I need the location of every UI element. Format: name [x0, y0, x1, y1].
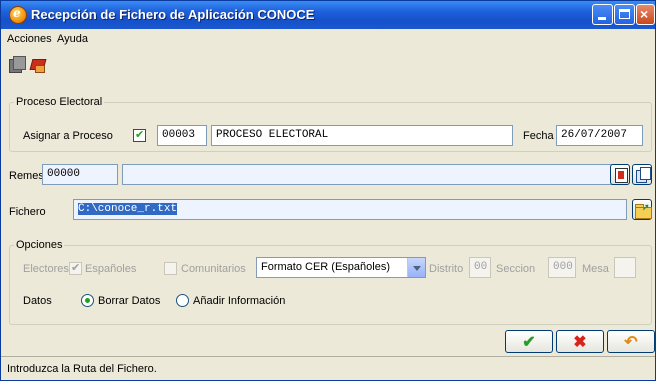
fichero-value: C:\conoce_r.txt [78, 203, 178, 215]
distrito-label: Distrito [429, 263, 464, 275]
comunitarios-label: Comunitarios [181, 263, 246, 275]
proceso-electoral-legend: Proceso Electoral [16, 96, 103, 108]
export-icon[interactable] [29, 56, 47, 73]
menu-ayuda[interactable]: Ayuda [57, 33, 88, 45]
distrito-field[interactable]: 00 [469, 257, 491, 278]
app-icon-letter: e [13, 6, 21, 20]
close-icon: × [640, 6, 649, 22]
menu-bar: Acciones Ayuda [1, 29, 655, 49]
menu-acciones[interactable]: Acciones [7, 33, 52, 45]
datos-label: Datos [23, 295, 52, 307]
app-icon: e [9, 6, 27, 24]
fecha-field[interactable]: 26/07/2007 [556, 125, 643, 146]
status-bar: Introduzca la Ruta del Fichero. [1, 356, 655, 380]
close-button[interactable]: × [636, 4, 655, 25]
mesa-field[interactable] [614, 257, 636, 278]
menu-acciones-label: Acciones [7, 33, 52, 45]
comunitarios-checkbox[interactable] [164, 262, 177, 275]
opciones-group: Opciones [9, 239, 652, 325]
formato-selected: Formato CER (Españoles) [261, 261, 390, 273]
maximize-button[interactable] [614, 4, 635, 25]
fichero-field[interactable]: C:\conoce_r.txt [73, 199, 627, 220]
proceso-code-field[interactable]: 00003 [157, 125, 207, 146]
status-text: Introduzca la Ruta del Fichero. [7, 363, 157, 375]
cancel-button[interactable]: ✖ [556, 330, 604, 353]
remesa-copy-button[interactable] [632, 164, 652, 185]
minimize-button[interactable] [592, 4, 613, 25]
copy-icon[interactable] [9, 56, 26, 73]
maximize-icon [619, 9, 630, 19]
borrar-datos-radio[interactable] [81, 294, 94, 307]
asignar-checkbox[interactable] [133, 128, 146, 142]
anadir-informacion-label: Añadir Información [193, 295, 286, 307]
check-icon: ✔ [522, 334, 536, 351]
mesa-label: Mesa [582, 263, 609, 275]
undo-button[interactable]: ↶ [607, 330, 655, 353]
seccion-field[interactable]: 000 [548, 257, 576, 278]
anadir-informacion-radio[interactable] [176, 294, 189, 307]
espanoles-checkbox[interactable] [69, 261, 82, 275]
electores-label: Electores [23, 263, 69, 275]
document-red-icon [615, 168, 628, 183]
window-title: Recepción de Fichero de Aplicación CONOC… [31, 7, 315, 22]
chevron-down-icon[interactable] [407, 258, 425, 277]
fichero-label: Fichero [9, 206, 46, 218]
minimize-icon [598, 17, 606, 20]
formato-select[interactable]: Formato CER (Españoles) [256, 257, 426, 278]
espanoles-label: Españoles [85, 263, 137, 275]
title-bar[interactable]: e Recepción de Fichero de Aplicación CON… [1, 1, 655, 29]
undo-icon: ↶ [624, 334, 638, 351]
close-x-icon: ✖ [573, 334, 587, 351]
menu-ayuda-label: Ayuda [57, 33, 88, 45]
dialog-window: e Recepción de Fichero de Aplicación CON… [0, 0, 656, 381]
accept-button[interactable]: ✔ [505, 330, 553, 353]
remesa-code-field[interactable]: 00000 [42, 164, 118, 185]
browse-button[interactable]: ➚ [632, 199, 652, 220]
opciones-legend: Opciones [16, 239, 63, 251]
proceso-name-field[interactable]: PROCESO ELECTORAL [211, 125, 513, 146]
fecha-label: Fecha [523, 130, 554, 142]
remesa-pick-button[interactable] [610, 164, 630, 185]
seccion-label: Seccion [496, 263, 536, 275]
remesa-field[interactable] [122, 164, 628, 185]
borrar-datos-label: Borrar Datos [98, 295, 161, 307]
asignar-label: Asignar a Proceso [23, 130, 113, 142]
